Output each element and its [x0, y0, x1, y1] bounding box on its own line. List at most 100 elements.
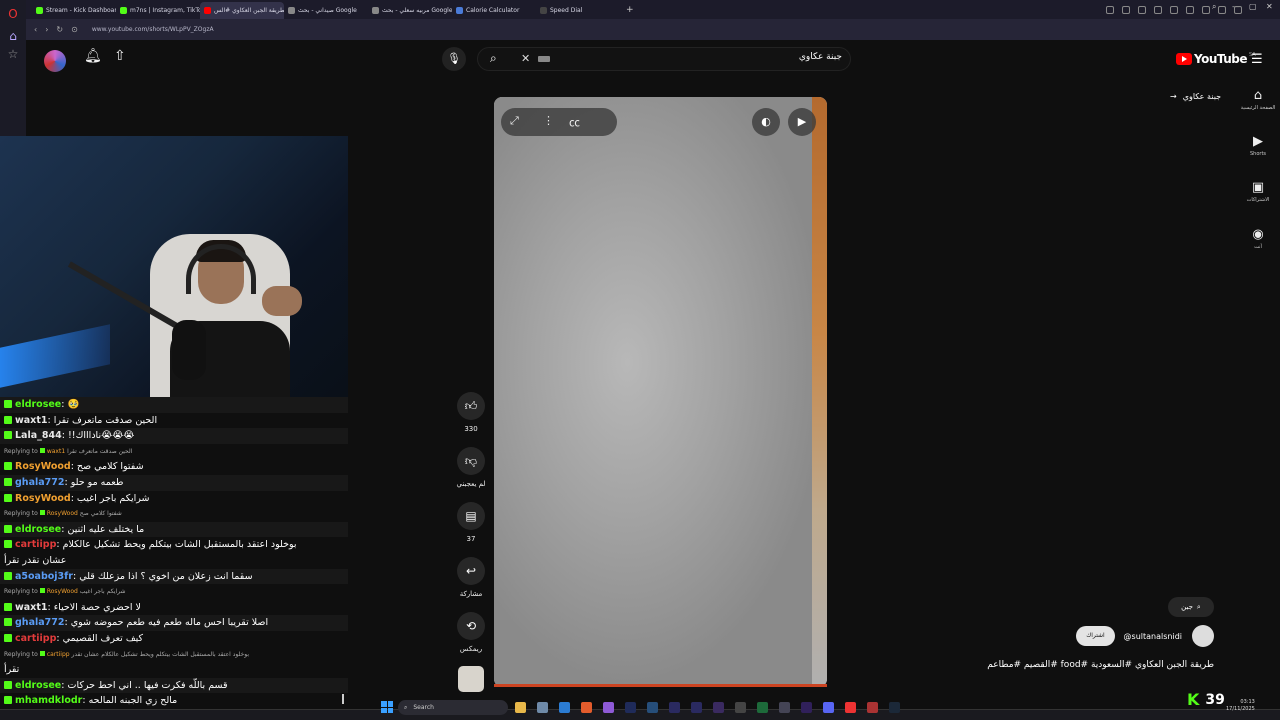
chat-username[interactable]: waxt1 — [15, 602, 47, 613]
nav-subscriptions[interactable]: ▣ الاشتراكات — [1236, 180, 1280, 203]
chat-message[interactable]: cartiipp: كيف تعرف القصيمي — [0, 631, 348, 647]
maximize-icon[interactable]: ▢ — [1249, 2, 1257, 11]
chat-message[interactable]: RosyWood: شرايكم باجر اغيب — [0, 491, 348, 507]
shorts-video-player[interactable] — [494, 97, 827, 687]
browser-tab[interactable]: Stream - Kick Dashboard — [32, 2, 116, 19]
app-icon-3[interactable] — [757, 702, 768, 713]
forward-icon[interactable]: › — [45, 25, 48, 34]
chat-username[interactable]: ghala772 — [15, 617, 64, 628]
browser-tab[interactable]: Speed Dial — [536, 2, 620, 19]
chat-username[interactable]: RosyWood — [15, 493, 71, 504]
menu-icon[interactable]: ☰ — [1251, 52, 1263, 67]
close-window-icon[interactable]: ✕ — [1266, 2, 1273, 11]
nav-shorts[interactable]: ▶ Shorts — [1236, 134, 1280, 157]
notifications-icon[interactable]: 🔔︎ — [84, 48, 102, 64]
chat-username[interactable]: Lala_844 — [15, 430, 62, 441]
brave-icon[interactable] — [581, 702, 592, 713]
app-icon-4[interactable] — [779, 702, 790, 713]
opera-taskbar-icon[interactable] — [845, 702, 856, 713]
chat-username[interactable]: cartiipp — [15, 539, 56, 550]
extensions-icon[interactable] — [1170, 6, 1178, 14]
app-icon-2[interactable] — [735, 702, 746, 713]
chat-message[interactable]: ghala772: اصلا تقريبا احس ماله طعم فيه ط… — [0, 615, 348, 631]
visual-studio-icon[interactable] — [603, 702, 614, 713]
play-icon[interactable]: ▶ — [788, 108, 816, 136]
back-icon[interactable]: ‹ — [34, 25, 37, 34]
audition-icon[interactable] — [691, 702, 702, 713]
channel-avatar[interactable] — [1192, 625, 1214, 647]
chat-username[interactable]: eldrosee — [15, 399, 61, 410]
search-input[interactable] — [477, 47, 851, 71]
chat-message[interactable]: RosyWood: شفتوا كلامي صح — [0, 459, 348, 475]
profile-icon[interactable] — [1218, 6, 1226, 14]
chat-scrollbar[interactable] — [342, 694, 344, 704]
youtube-logo[interactable]: YouTube SA — [1176, 52, 1256, 66]
chat-username[interactable]: cartiipp — [15, 633, 56, 644]
vscode-icon[interactable] — [559, 702, 570, 713]
back-to-search[interactable]: جبنة عكاوي → — [1170, 92, 1221, 101]
photoshop-icon[interactable] — [625, 702, 636, 713]
after-effects-icon[interactable] — [669, 702, 680, 713]
windows-start-icon[interactable] — [381, 701, 393, 713]
chat-username[interactable]: eldrosee — [15, 524, 61, 535]
like-icon[interactable]: 👍︎ — [457, 392, 485, 420]
chat-message[interactable]: Lala_844: !!ناداااك😭😭😭 — [0, 428, 348, 444]
browser-tab[interactable]: صيداني - بحث Google — [284, 2, 368, 19]
chat-message[interactable]: waxt1: الحين صدقت ماتعرف تقرا — [0, 413, 348, 429]
volume-icon[interactable]: ◐ — [752, 108, 780, 136]
url-text[interactable]: www.youtube.com/shorts/WLpPV_ZOgzA — [92, 26, 214, 33]
chat-message[interactable]: mhamdklodr: مالح زي الجبنه المالحه — [0, 693, 348, 709]
search-icon[interactable]: ⌕ — [490, 51, 497, 66]
dislike-icon[interactable]: 👎︎ — [457, 447, 485, 475]
chat-username[interactable]: mhamdklodr — [15, 695, 82, 706]
chat-message[interactable]: ghala772: طعمه مو حلو — [0, 474, 348, 491]
downloads-icon[interactable] — [1186, 6, 1194, 14]
search-tabs-icon[interactable]: ⌕ — [1212, 2, 1216, 12]
chat-username[interactable]: ghala772 — [15, 477, 64, 488]
chat-message[interactable]: eldrosee: قسم باللّه فكرت فيها .. اني اح… — [0, 677, 348, 694]
nav-you[interactable]: ◉ أنت — [1236, 227, 1280, 250]
nav-home[interactable]: ⌂ الصفحة الرئيسية — [1236, 88, 1280, 111]
bookmark-page-icon[interactable] — [1138, 6, 1146, 14]
clear-search-icon[interactable]: ✕ — [521, 52, 530, 65]
home-icon[interactable]: ⌂ — [5, 28, 21, 44]
easy-setup-icon[interactable] — [1234, 6, 1242, 14]
search-query[interactable]: جبنة عكاوي — [799, 52, 842, 62]
browser-tab[interactable]: Calorie Calculator — [452, 2, 536, 19]
discord-icon[interactable] — [823, 702, 834, 713]
video-progress-bar[interactable] — [494, 684, 827, 687]
chat-message[interactable]: waxt1: لا احضري حصة الاحياء — [0, 600, 348, 616]
chat-message[interactable]: eldrosee: ما يختلف عليه اثنين — [0, 521, 348, 538]
browser-tab[interactable]: m7ns | Instagram, TikTok | — [116, 2, 200, 19]
browser-tab[interactable]: مربيه سعلي - بحث Google — [368, 2, 452, 19]
dislike-action[interactable]: 👎︎ لم يعجبني — [456, 447, 486, 488]
chat-username[interactable]: eldrosee — [15, 680, 61, 691]
snapshot-icon[interactable] — [1154, 6, 1162, 14]
tracker-icon[interactable] — [1122, 6, 1130, 14]
keyboard-icon[interactable] — [538, 56, 550, 62]
steam-icon[interactable] — [889, 702, 900, 713]
comment-icon[interactable]: ▤ — [457, 502, 485, 530]
file-explorer-icon[interactable] — [515, 702, 526, 713]
taskbar-search[interactable]: ⌕ Search — [398, 700, 508, 715]
channel-name[interactable]: @sultanalsnidi — [1124, 632, 1182, 641]
chat-message[interactable]: a5oaboj3fr: سقما انت زعلان من اخوي ؟ اذا… — [0, 568, 348, 585]
avatar[interactable] — [44, 50, 66, 72]
opera-logo-icon[interactable]: O — [5, 6, 21, 22]
more-options-icon[interactable]: ⋮ — [543, 114, 554, 127]
media-encoder-icon[interactable] — [713, 702, 724, 713]
comments-action[interactable]: ▤ 37 — [456, 502, 486, 543]
chat-message[interactable]: cartiipp: بوخلود اعتقد بالمستقبل الشات ب… — [0, 537, 348, 553]
chat-message[interactable]: eldrosee: 🥹 — [0, 397, 348, 413]
new-tab-button[interactable]: + — [626, 5, 634, 15]
browser-tab[interactable]: طريقة الجبن العكاوي #الس — [200, 2, 284, 19]
remix-icon[interactable]: ⟲ — [457, 612, 485, 640]
premiere-icon[interactable] — [801, 702, 812, 713]
voice-search-icon[interactable]: 🎙︎ — [442, 47, 466, 71]
sound-thumbnail[interactable] — [458, 666, 484, 692]
create-upload-icon[interactable]: ⇧ — [114, 48, 126, 64]
share-icon[interactable]: ↩ — [457, 557, 485, 585]
chat-username[interactable]: RosyWood — [15, 461, 71, 472]
chat-username[interactable]: waxt1 — [15, 415, 47, 426]
captions-icon[interactable]: ㏄ — [569, 114, 580, 130]
